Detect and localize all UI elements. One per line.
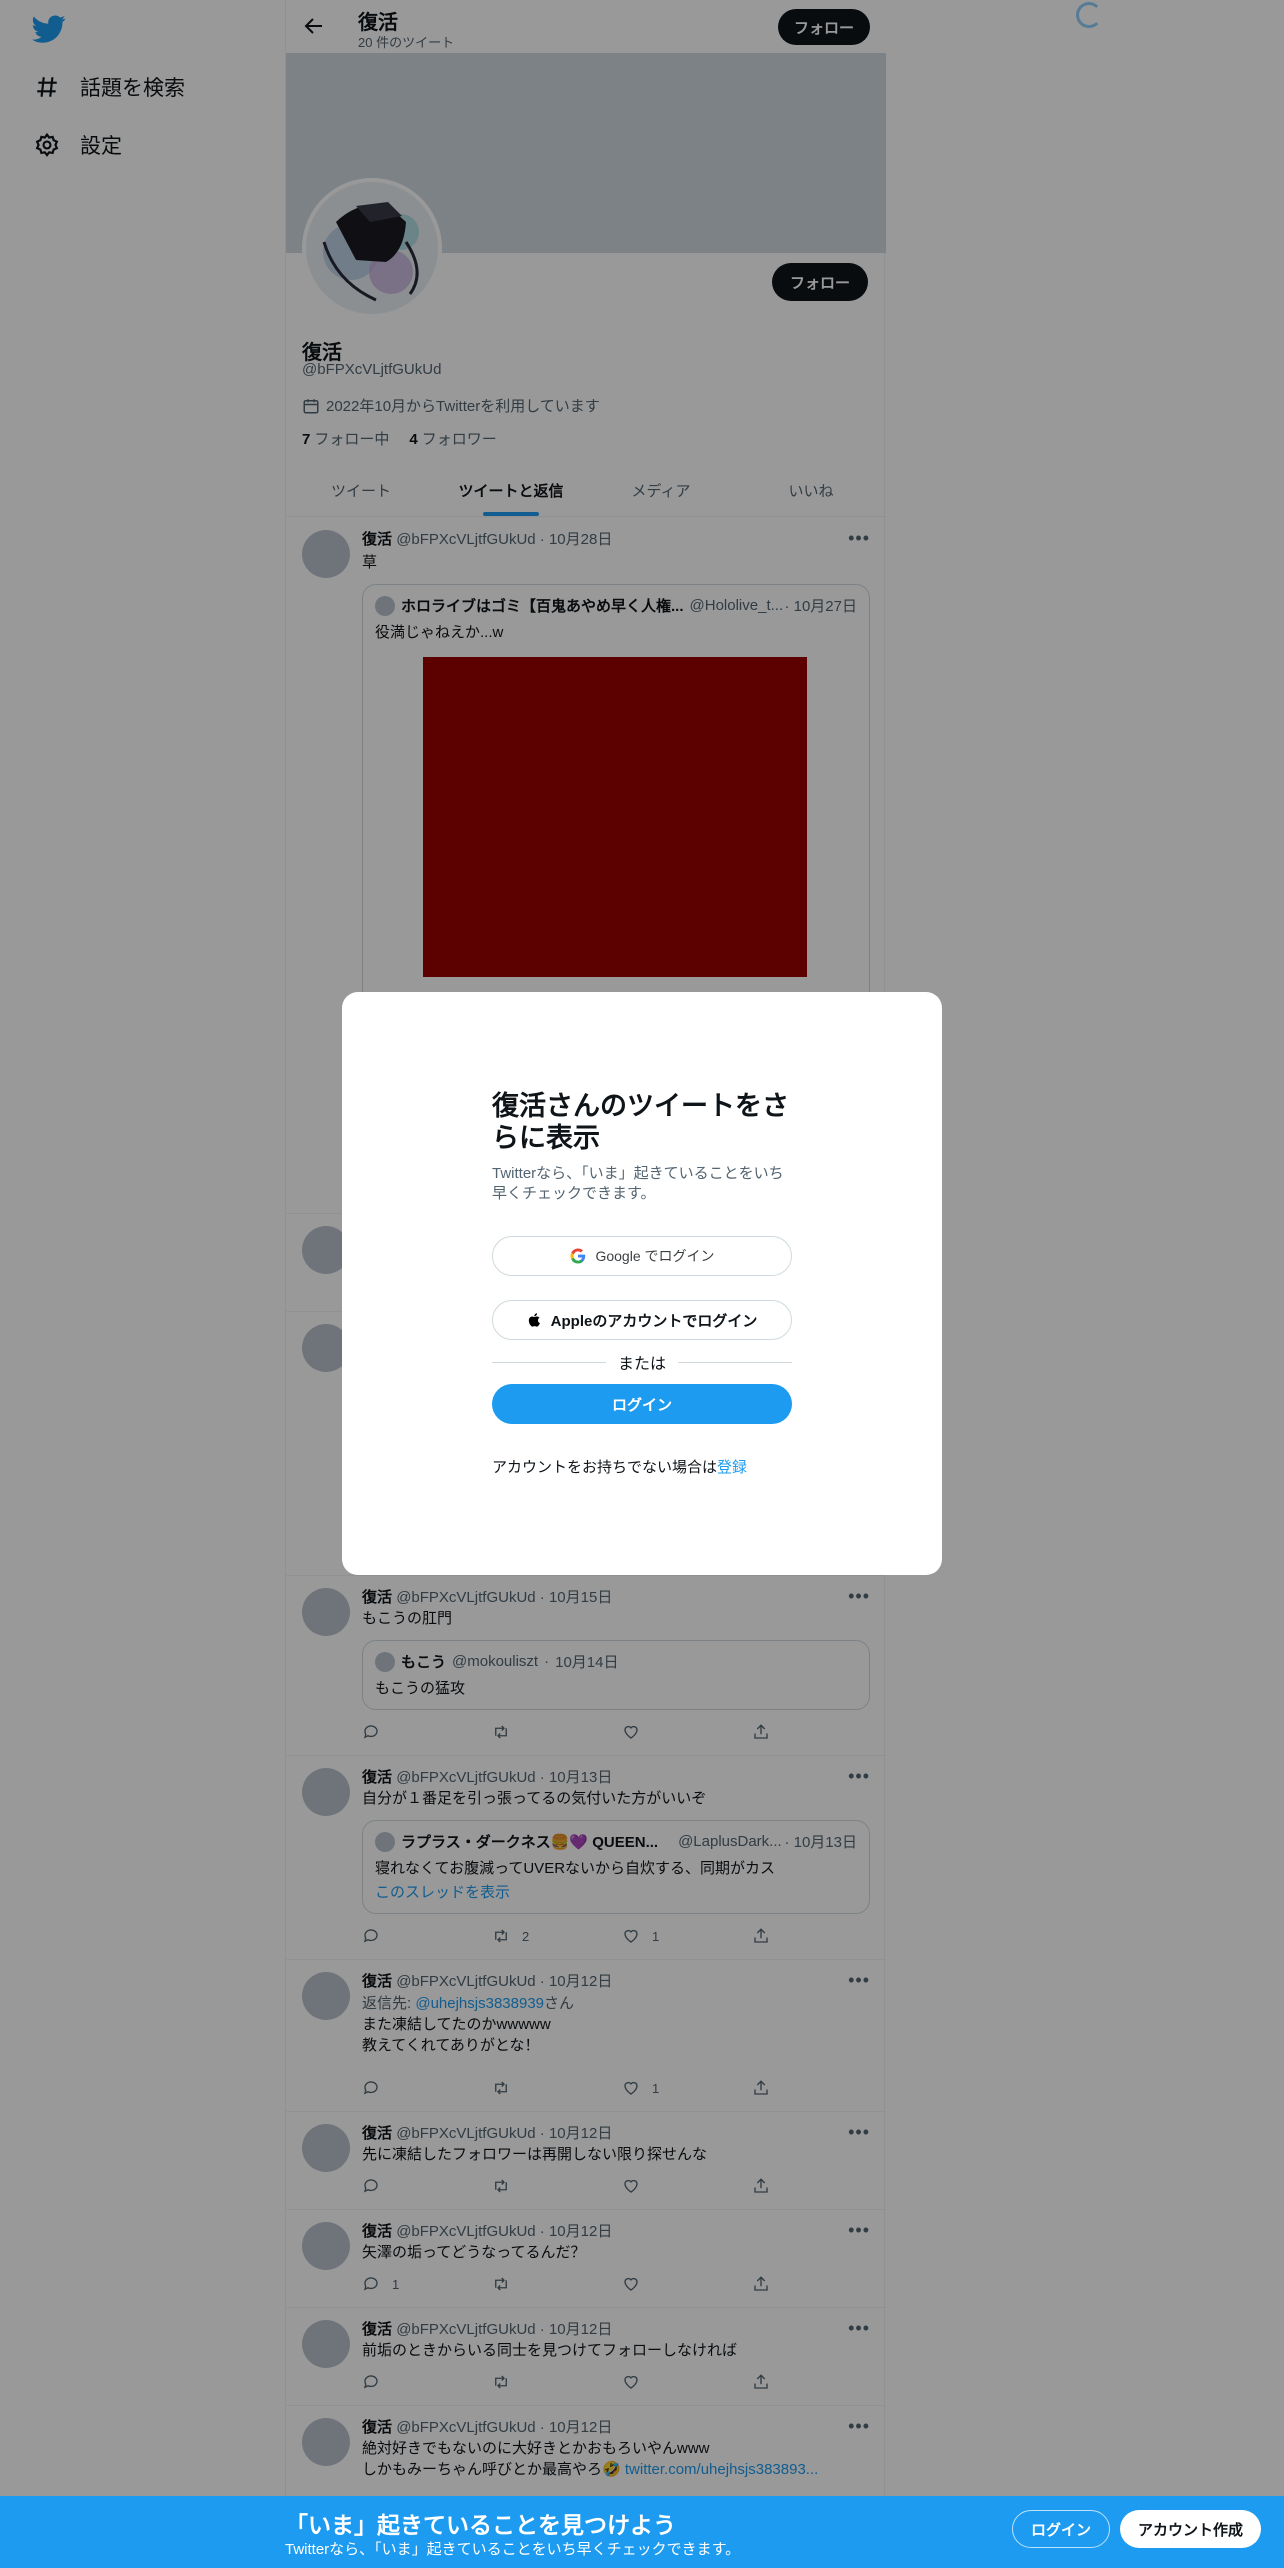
signup-link[interactable]: 登録 [717,1459,747,1476]
modal-title: 復活さんのツイートをさらに表示 [492,1091,789,1153]
or-label: または [618,1356,667,1373]
apple-icon [528,1313,540,1327]
bottom-bar-title: 「いま」起きていることを見つけよう [285,2512,676,2538]
or-divider: または [492,1350,793,1374]
login-button[interactable]: ログイン [492,1384,792,1424]
login-modal: 復活さんのツイートをさらに表示 Twitterなら、「いま」起きていることをいち… [342,992,942,1575]
bottom-signup-bar: 「いま」起きていることを見つけよう Twitterなら、「いま」起きていることを… [0,2496,1284,2568]
bottom-bar-subtitle: Twitterなら、「いま」起きていることをいち早くチェックできます。 [285,2541,741,2558]
apple-login-label: Appleのアカウントでログイン [550,1312,758,1330]
modal-subtitle: Twitterなら、「いま」起きていることをいち早くチェックできます。 [492,1165,784,1202]
apple-login-button[interactable]: Appleのアカウントでログイン [492,1300,792,1340]
google-login-button[interactable]: Google でログイン [492,1236,792,1276]
bottom-signup-button[interactable]: アカウント作成 [1120,2510,1262,2548]
divider-line [678,1361,793,1363]
google-icon [570,1248,586,1264]
signup-prompt: アカウントをお持ちでない場合は登録 [492,1459,748,1476]
divider-line [492,1361,606,1363]
google-login-label: Google でログイン [595,1248,715,1264]
bottom-login-button[interactable]: ログイン [1012,2510,1111,2548]
